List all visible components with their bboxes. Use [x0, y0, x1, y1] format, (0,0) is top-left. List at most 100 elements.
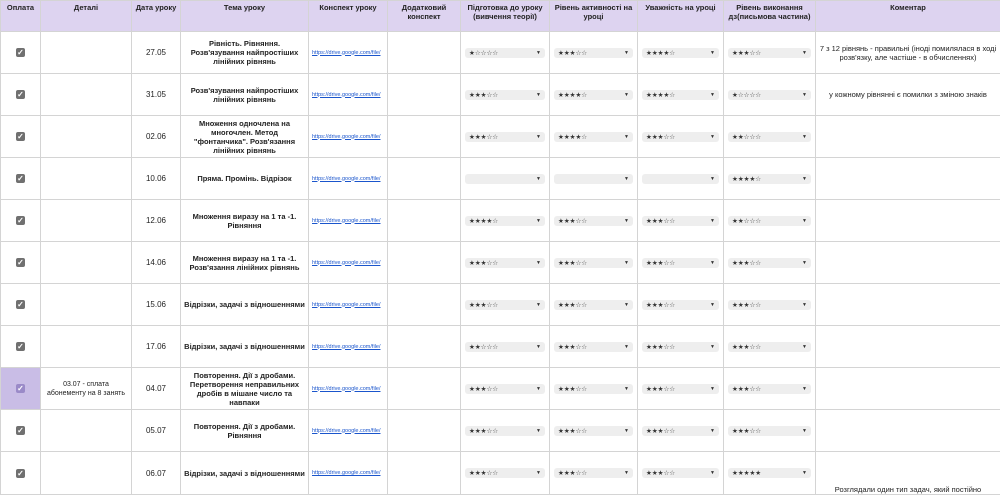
prep-dropdown[interactable]: ★☆☆☆☆▼ [465, 48, 545, 58]
attention-cell[interactable]: ★★★☆☆▼ [638, 200, 724, 242]
activity-cell[interactable]: ★★★☆☆▼ [550, 242, 638, 284]
comment-cell[interactable]: Розглядали один тип задач, який постійно [816, 452, 1000, 495]
payment-checkbox[interactable]: ✓ [16, 384, 25, 393]
extra-notes-cell[interactable] [388, 74, 461, 116]
homework-cell[interactable]: ★★★★☆▼ [724, 158, 816, 200]
date-cell[interactable]: 14.06 [132, 242, 181, 284]
topic-cell[interactable]: Повторення. Дії з дробами. Перетворення … [181, 368, 309, 410]
activity-dropdown[interactable]: ★★★☆☆▼ [554, 342, 633, 352]
attention-cell[interactable]: ★★★☆☆▼ [638, 410, 724, 452]
comment-cell[interactable] [816, 242, 1000, 284]
details-cell[interactable] [41, 242, 132, 284]
activity-cell[interactable]: ★★★☆☆▼ [550, 284, 638, 326]
topic-cell[interactable]: Відрізки, задачі з відношеннями [181, 452, 309, 495]
prep-cell[interactable]: ★★★☆☆▼ [461, 410, 550, 452]
activity-cell[interactable]: ★★★★☆▼ [550, 116, 638, 158]
attention-dropdown[interactable]: ★★★☆☆▼ [642, 300, 719, 310]
homework-cell[interactable]: ★★★☆☆▼ [724, 242, 816, 284]
notes-link[interactable]: https://drive.google.com/file/ [309, 368, 388, 410]
notes-link[interactable]: https://drive.google.com/file/ [309, 242, 388, 284]
attention-dropdown[interactable]: ★★★☆☆▼ [642, 216, 719, 226]
details-cell[interactable] [41, 32, 132, 74]
details-cell[interactable] [41, 326, 132, 368]
activity-cell[interactable]: ★★★☆☆▼ [550, 452, 638, 495]
attention-cell[interactable]: ★★★☆☆▼ [638, 452, 724, 495]
attention-cell[interactable]: ★★★☆☆▼ [638, 326, 724, 368]
notes-link[interactable]: https://drive.google.com/file/ [309, 200, 388, 242]
activity-cell[interactable]: ★★★★☆▼ [550, 74, 638, 116]
prep-cell[interactable]: ★★☆☆☆▼ [461, 326, 550, 368]
prep-dropdown[interactable]: ★★☆☆☆▼ [465, 342, 545, 352]
payment-cell[interactable]: ✓ [1, 116, 41, 158]
activity-dropdown[interactable]: ▼ [554, 174, 633, 184]
notes-link[interactable]: https://drive.google.com/file/ [309, 452, 388, 495]
activity-cell[interactable]: ★★★☆☆▼ [550, 200, 638, 242]
attention-dropdown[interactable]: ★★★★☆▼ [642, 90, 719, 100]
topic-cell[interactable]: Повторення. Дії з дробами. Рівняння [181, 410, 309, 452]
prep-dropdown[interactable]: ★★★☆☆▼ [465, 426, 545, 436]
extra-notes-cell[interactable] [388, 242, 461, 284]
date-cell[interactable]: 06.07 [132, 452, 181, 495]
payment-checkbox[interactable]: ✓ [16, 342, 25, 351]
homework-dropdown[interactable]: ★★★★☆▼ [728, 174, 811, 184]
topic-cell[interactable]: Пряма. Промінь. Відрізок [181, 158, 309, 200]
attention-dropdown[interactable]: ★★★☆☆▼ [642, 132, 719, 142]
topic-cell[interactable]: Відрізки, задачі з відношеннями [181, 326, 309, 368]
attention-dropdown[interactable]: ★★★☆☆▼ [642, 258, 719, 268]
activity-dropdown[interactable]: ★★★☆☆▼ [554, 426, 633, 436]
homework-dropdown[interactable]: ★☆☆☆☆▼ [728, 90, 811, 100]
payment-checkbox[interactable]: ✓ [16, 216, 25, 225]
attention-dropdown[interactable]: ★★★☆☆▼ [642, 468, 719, 478]
comment-cell[interactable] [816, 284, 1000, 326]
prep-cell[interactable]: ★☆☆☆☆▼ [461, 32, 550, 74]
prep-cell[interactable]: ▼ [461, 158, 550, 200]
activity-cell[interactable]: ▼ [550, 158, 638, 200]
extra-notes-cell[interactable] [388, 368, 461, 410]
header-notes[interactable]: Конспект уроку [309, 1, 388, 32]
notes-link[interactable]: https://drive.google.com/file/ [309, 116, 388, 158]
prep-cell[interactable]: ★★★☆☆▼ [461, 242, 550, 284]
header-topic[interactable]: Тема уроку [181, 1, 309, 32]
notes-link[interactable]: https://drive.google.com/file/ [309, 32, 388, 74]
comment-cell[interactable] [816, 116, 1000, 158]
prep-cell[interactable]: ★★★☆☆▼ [461, 452, 550, 495]
notes-link[interactable]: https://drive.google.com/file/ [309, 326, 388, 368]
homework-cell[interactable]: ★★★☆☆▼ [724, 326, 816, 368]
homework-cell[interactable]: ★★★☆☆▼ [724, 32, 816, 74]
topic-cell[interactable]: Множення виразу на 1 та -1. Розв'язання … [181, 242, 309, 284]
homework-dropdown[interactable]: ★★★★★▼ [728, 468, 811, 478]
extra-notes-cell[interactable] [388, 284, 461, 326]
prep-dropdown[interactable]: ★★★☆☆▼ [465, 300, 545, 310]
prep-dropdown[interactable]: ★★★☆☆▼ [465, 132, 545, 142]
attention-cell[interactable]: ★★★☆☆▼ [638, 242, 724, 284]
comment-cell[interactable] [816, 326, 1000, 368]
details-cell[interactable] [41, 284, 132, 326]
payment-cell[interactable]: ✓ [1, 452, 41, 495]
payment-cell[interactable]: ✓ [1, 410, 41, 452]
activity-dropdown[interactable]: ★★★☆☆▼ [554, 300, 633, 310]
activity-cell[interactable]: ★★★☆☆▼ [550, 326, 638, 368]
date-cell[interactable]: 17.06 [132, 326, 181, 368]
payment-cell[interactable]: ✓ [1, 74, 41, 116]
activity-dropdown[interactable]: ★★★☆☆▼ [554, 468, 633, 478]
homework-dropdown[interactable]: ★★☆☆☆▼ [728, 132, 811, 142]
attention-cell[interactable]: ★★★★☆▼ [638, 74, 724, 116]
details-cell[interactable] [41, 116, 132, 158]
header-payment[interactable]: Оплата [1, 1, 41, 32]
attention-dropdown[interactable]: ▼ [642, 174, 719, 184]
topic-cell[interactable]: Множення виразу на 1 та -1. Рівняння [181, 200, 309, 242]
date-cell[interactable]: 15.06 [132, 284, 181, 326]
homework-cell[interactable]: ★★★☆☆▼ [724, 410, 816, 452]
notes-link[interactable]: https://drive.google.com/file/ [309, 74, 388, 116]
extra-notes-cell[interactable] [388, 200, 461, 242]
details-cell[interactable] [41, 74, 132, 116]
payment-cell[interactable]: ✓ [1, 158, 41, 200]
activity-cell[interactable]: ★★★☆☆▼ [550, 32, 638, 74]
homework-cell[interactable]: ★★★★★▼ [724, 452, 816, 495]
activity-dropdown[interactable]: ★★★☆☆▼ [554, 384, 633, 394]
payment-cell[interactable]: ✓ [1, 368, 41, 410]
homework-dropdown[interactable]: ★★☆☆☆▼ [728, 216, 811, 226]
payment-cell[interactable]: ✓ [1, 200, 41, 242]
payment-checkbox[interactable]: ✓ [16, 48, 25, 57]
details-cell[interactable]: 03.07 - сплата абонементу на 8 занять [41, 368, 132, 410]
